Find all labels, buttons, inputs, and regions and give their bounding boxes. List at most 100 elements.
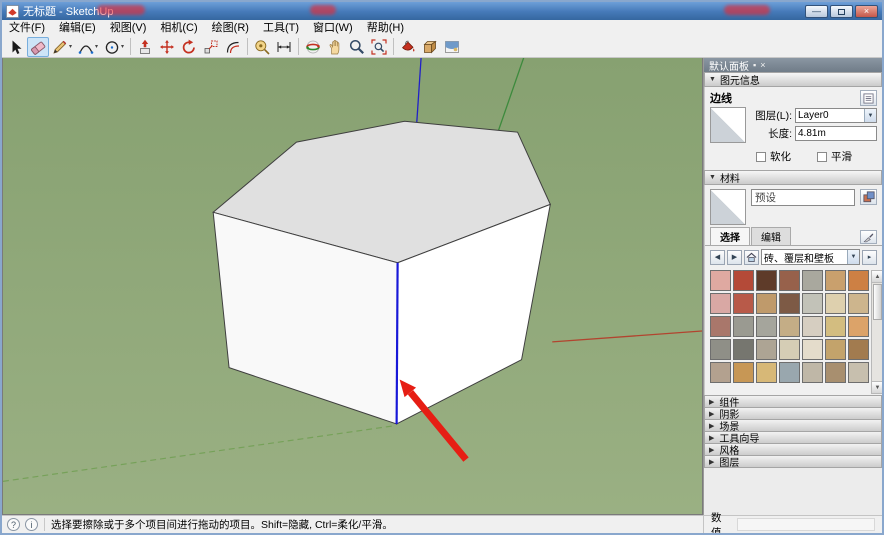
minimize-button[interactable]: — (805, 5, 828, 18)
menu-item[interactable]: 文件(F) (2, 20, 52, 36)
pan-tool-button[interactable] (324, 37, 346, 57)
chevron-down-icon[interactable]: ▼ (864, 109, 876, 122)
soften-checkbox[interactable]: 软化 (756, 149, 791, 164)
zoom-tool-button[interactable] (346, 37, 368, 57)
move-tool-button[interactable] (156, 37, 178, 57)
menu-item[interactable]: 帮助(H) (360, 20, 411, 36)
scale-tool-button[interactable] (200, 37, 222, 57)
close-button[interactable]: × (855, 5, 878, 18)
menu-item[interactable]: 工具(T) (256, 20, 306, 36)
smooth-checkbox[interactable]: 平滑 (817, 149, 852, 164)
dimension-tool-button[interactable] (273, 37, 295, 57)
dropdown-arrow-icon[interactable]: ▾ (69, 43, 72, 50)
material-category-dropdown[interactable]: 砖、覆层和壁板 ▼ (761, 249, 860, 265)
material-swatch[interactable] (848, 316, 869, 337)
component-tool-button[interactable] (419, 37, 441, 57)
entity-info-header[interactable]: ▼ 图元信息 (704, 72, 882, 87)
model-viewport[interactable] (2, 58, 703, 515)
material-swatch[interactable] (802, 270, 823, 291)
push-pull-tool-button[interactable] (134, 37, 156, 57)
title-bar[interactable]: 无标题 - SketchUp — × (2, 2, 882, 20)
material-swatch[interactable] (779, 362, 800, 383)
material-swatch[interactable] (825, 339, 846, 360)
expand-caret-icon[interactable]: ▶ (709, 422, 714, 430)
material-swatch[interactable] (802, 316, 823, 337)
chevron-down-icon[interactable]: ▼ (847, 250, 859, 264)
material-swatch[interactable] (733, 316, 754, 337)
layer-dropdown[interactable]: Layer0 ▼ (795, 108, 877, 123)
in-model-home-button[interactable] (744, 250, 759, 265)
material-swatch[interactable] (733, 362, 754, 383)
checkbox-icon[interactable] (817, 152, 827, 162)
material-swatch[interactable] (756, 270, 777, 291)
maximize-button[interactable] (830, 5, 853, 18)
material-swatch[interactable] (710, 293, 731, 314)
material-swatch[interactable] (779, 339, 800, 360)
collapse-caret-icon[interactable]: ▼ (709, 174, 716, 181)
material-name-box[interactable]: 预设 (751, 189, 855, 206)
material-swatch[interactable] (802, 362, 823, 383)
material-swatch[interactable] (756, 316, 777, 337)
scrollbar-thumb[interactable] (873, 284, 882, 320)
details-arrow-button[interactable]: ▸ (862, 250, 877, 265)
shape-tool-button[interactable]: ▾ (101, 37, 127, 57)
expand-caret-icon[interactable]: ▶ (709, 458, 714, 466)
material-swatch[interactable] (825, 316, 846, 337)
paint-bucket-tool-button[interactable] (397, 37, 419, 57)
material-swatch[interactable] (802, 293, 823, 314)
material-swatch[interactable] (779, 316, 800, 337)
length-field[interactable] (795, 126, 877, 141)
material-swatch[interactable] (779, 293, 800, 314)
menu-item[interactable]: 绘图(R) (205, 20, 256, 36)
arc-tool-button[interactable]: ▾ (75, 37, 101, 57)
checkbox-icon[interactable] (756, 152, 766, 162)
tray-title-bar[interactable]: 默认面板 ▪ × (704, 58, 882, 73)
offset-tool-button[interactable] (222, 37, 244, 57)
material-swatch[interactable] (848, 293, 869, 314)
material-swatch[interactable] (710, 362, 731, 383)
collapse-caret-icon[interactable]: ▼ (709, 76, 716, 83)
tab-select[interactable]: 选择 (710, 227, 750, 245)
scroll-up-icon[interactable]: ▲ (872, 271, 882, 283)
material-swatch[interactable] (825, 270, 846, 291)
menu-item[interactable]: 视图(V) (103, 20, 154, 36)
entity-details-button[interactable] (860, 90, 877, 106)
material-swatch[interactable] (825, 293, 846, 314)
material-swatch[interactable] (733, 270, 754, 291)
material-swatch[interactable] (710, 270, 731, 291)
material-swatch[interactable] (848, 339, 869, 360)
materials-header[interactable]: ▼ 材料 (704, 170, 882, 185)
styles-tool-button[interactable] (441, 37, 463, 57)
sample-paint-eyedropper-button[interactable] (860, 230, 877, 244)
dropdown-arrow-icon[interactable]: ▾ (121, 43, 124, 50)
material-swatch[interactable] (756, 339, 777, 360)
info-circle-icon[interactable]: i (25, 518, 38, 531)
material-swatch[interactable] (710, 339, 731, 360)
menu-item[interactable]: 相机(C) (153, 20, 204, 36)
3d-scene[interactable] (3, 58, 702, 514)
material-swatch[interactable] (848, 270, 869, 291)
tape-measure-tool-button[interactable] (251, 37, 273, 57)
select-tool-button[interactable] (5, 37, 27, 57)
material-swatch[interactable] (756, 362, 777, 383)
prism-front-edge-blue[interactable] (397, 263, 398, 424)
zoom-extents-tool-button[interactable] (368, 37, 390, 57)
material-swatch[interactable] (710, 316, 731, 337)
measurement-input[interactable] (737, 518, 875, 531)
orbit-tool-button[interactable] (302, 37, 324, 57)
material-swatch[interactable] (825, 362, 846, 383)
material-swatch[interactable] (756, 293, 777, 314)
scroll-down-icon[interactable]: ▼ (872, 381, 882, 393)
create-material-button[interactable] (860, 189, 877, 205)
expand-caret-icon[interactable]: ▶ (709, 446, 714, 454)
tray-close-icon[interactable]: × (760, 61, 765, 70)
eraser-tool-button[interactable] (27, 37, 49, 57)
expand-caret-icon[interactable]: ▶ (709, 398, 714, 406)
tab-edit[interactable]: 编辑 (751, 227, 791, 245)
rotate-tool-button[interactable] (178, 37, 200, 57)
expand-caret-icon[interactable]: ▶ (709, 410, 714, 418)
pin-icon[interactable]: ▪ (753, 61, 756, 70)
materials-scrollbar[interactable]: ▲ ▼ (871, 270, 882, 394)
panel-section-layers[interactable]: ▶图层 (704, 455, 882, 468)
material-swatch[interactable] (802, 339, 823, 360)
